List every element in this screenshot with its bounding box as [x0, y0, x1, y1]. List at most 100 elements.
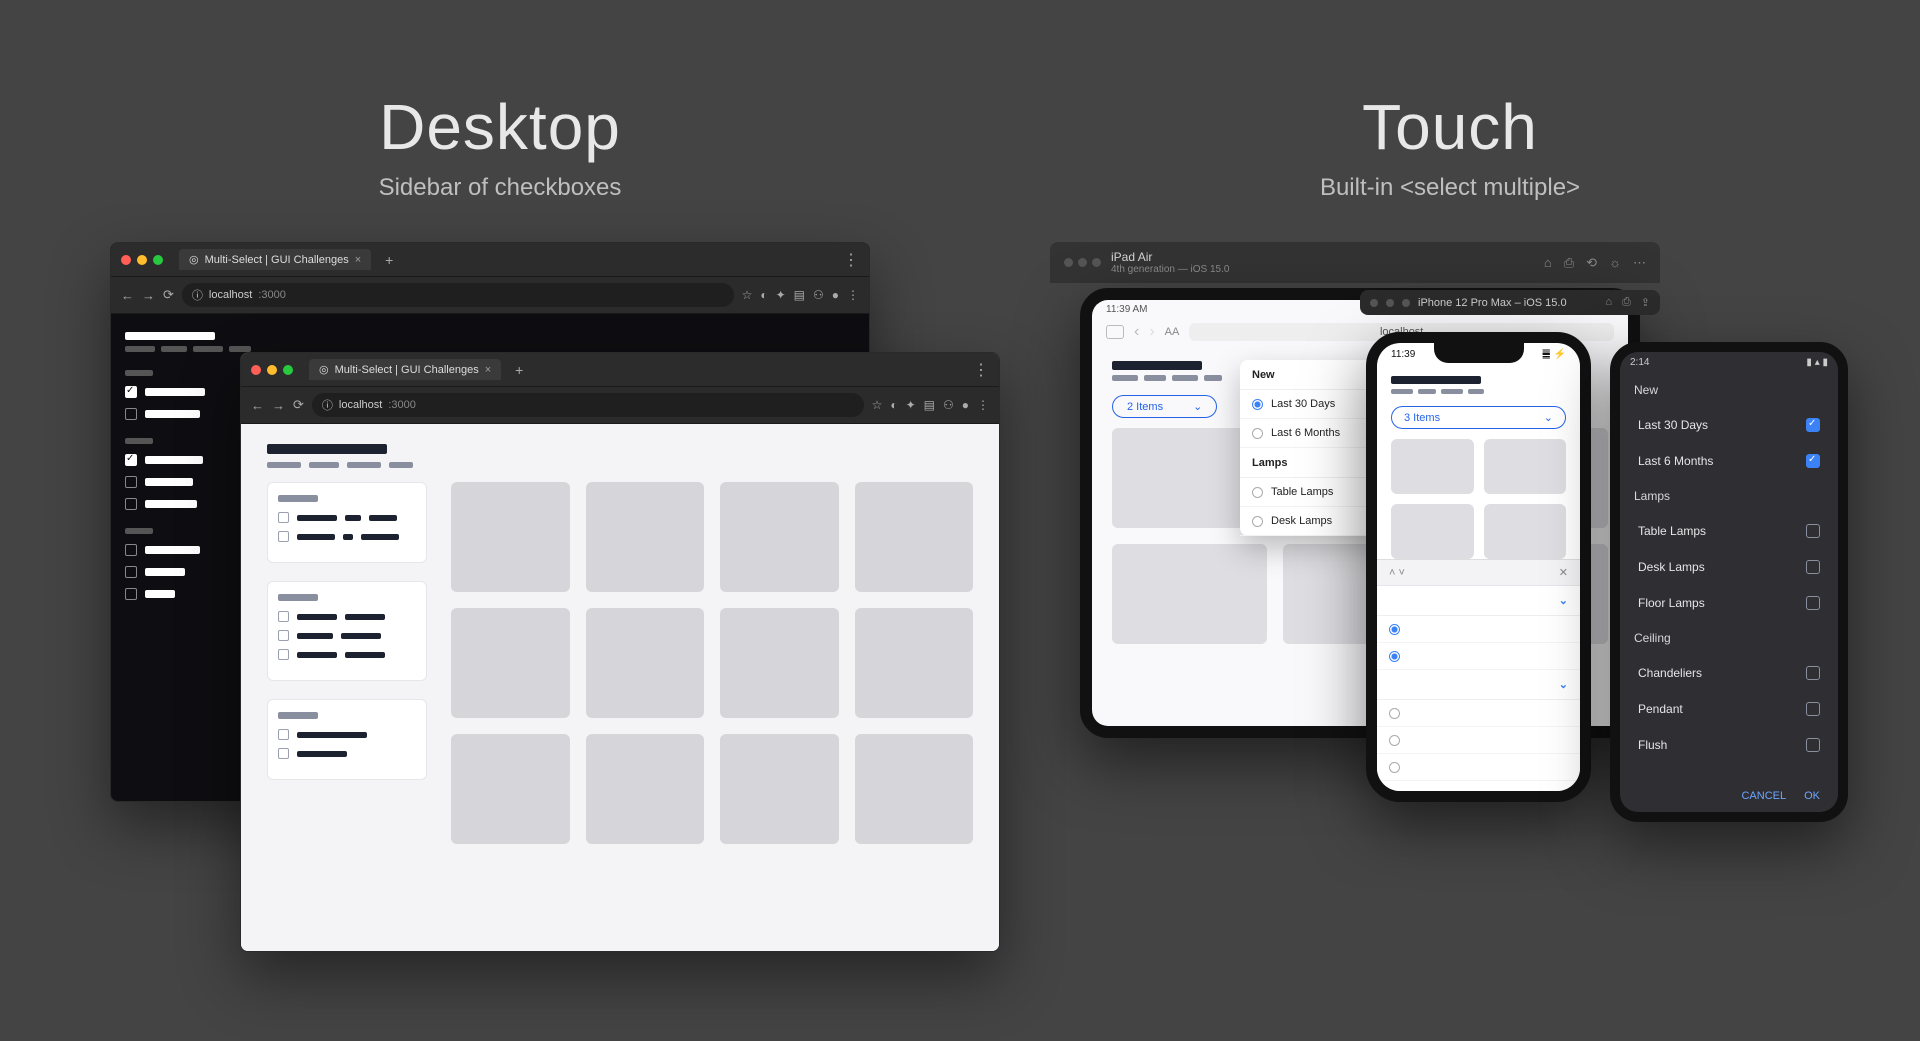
screenshot-icon[interactable]: ⎙: [1564, 255, 1574, 271]
checkbox-icon[interactable]: [1806, 418, 1820, 432]
product-card[interactable]: [1112, 544, 1267, 644]
checkbox-icon[interactable]: [1806, 596, 1820, 610]
reload-icon[interactable]: ⟳: [163, 287, 174, 303]
star-icon[interactable]: ☆: [742, 288, 753, 302]
optgroup-header[interactable]: Ceiling›: [1377, 781, 1580, 791]
product-card[interactable]: [1391, 504, 1474, 559]
product-card[interactable]: [586, 734, 705, 844]
select-option[interactable]: Desk Lamps: [1620, 549, 1838, 585]
traffic-close[interactable]: [251, 365, 261, 375]
screenshot-icon[interactable]: ⎙: [1622, 296, 1631, 309]
checkbox-icon[interactable]: [1806, 524, 1820, 538]
traffic-zoom[interactable]: [153, 255, 163, 265]
new-tab-button[interactable]: +: [515, 362, 523, 378]
select-option[interactable]: Last 6 Months: [1377, 643, 1580, 670]
devtools-icon[interactable]: ▤: [794, 288, 805, 302]
site-info-icon[interactable]: ⓘ: [192, 287, 203, 303]
mic-icon[interactable]: ●: [832, 288, 839, 302]
reload-icon[interactable]: ⟳: [293, 397, 304, 413]
checkbox-icon[interactable]: [1806, 702, 1820, 716]
half-icon[interactable]: ◐: [760, 288, 767, 302]
devtools-icon[interactable]: ▤: [924, 398, 935, 412]
forward-icon[interactable]: →: [272, 398, 285, 413]
product-card[interactable]: [451, 482, 570, 592]
product-card[interactable]: [720, 482, 839, 592]
traffic-zoom[interactable]: [283, 365, 293, 375]
cancel-button[interactable]: CANCEL: [1741, 790, 1786, 802]
checkbox-icon[interactable]: [1806, 454, 1820, 468]
product-card[interactable]: [720, 734, 839, 844]
share-icon[interactable]: ⇪: [1641, 296, 1650, 309]
checkbox-option[interactable]: [278, 611, 416, 622]
a11y-icon[interactable]: ⚇: [813, 288, 824, 302]
site-info-icon[interactable]: ⓘ: [322, 397, 333, 413]
filter-chip[interactable]: 2 Items ⌄: [1112, 395, 1217, 418]
back-icon[interactable]: ←: [121, 288, 134, 303]
checkbox-option[interactable]: [278, 512, 416, 523]
home-icon[interactable]: ⌂: [1544, 255, 1552, 271]
checkbox-icon[interactable]: [1806, 560, 1820, 574]
select-option[interactable]: Table Lamps: [1620, 513, 1838, 549]
checkbox-icon[interactable]: [1806, 738, 1820, 752]
a11y-icon[interactable]: ⚇: [943, 398, 954, 412]
window-menu-icon[interactable]: ⋮: [973, 360, 989, 380]
filter-chip[interactable]: 3 Items ⌄: [1391, 406, 1566, 429]
android-select-dialog[interactable]: New Last 30 Days Last 6 Months Lamps Tab…: [1620, 373, 1838, 780]
extensions-icon[interactable]: ✦: [776, 288, 786, 302]
select-option[interactable]: Flush: [1620, 727, 1838, 763]
select-option[interactable]: Last 30 Days: [1620, 407, 1838, 443]
browser-tab[interactable]: ◎ Multi-Select | GUI Challenges ×: [309, 359, 501, 380]
traffic-minimize[interactable]: [137, 255, 147, 265]
product-card[interactable]: [855, 482, 974, 592]
optgroup-header[interactable]: New⌄: [1377, 586, 1580, 616]
product-card[interactable]: [1391, 439, 1474, 494]
product-card[interactable]: [586, 482, 705, 592]
checkbox-option[interactable]: [278, 531, 416, 542]
forward-icon[interactable]: →: [142, 288, 155, 303]
menu-icon[interactable]: ⋮: [977, 398, 989, 412]
tab-close-icon[interactable]: ×: [485, 364, 491, 376]
dismiss-icon[interactable]: ✕: [1559, 566, 1568, 579]
address-bar[interactable]: ⓘ localhost:3000: [182, 283, 734, 307]
checkbox-option[interactable]: [278, 630, 416, 641]
iphone-select-sheet[interactable]: New⌄ Last 30 Days Last 6 Months Lamps⌄ T…: [1377, 585, 1580, 791]
back-icon[interactable]: ‹: [1134, 323, 1139, 341]
half-icon[interactable]: ◐: [890, 398, 897, 412]
product-card[interactable]: [1484, 504, 1567, 559]
traffic-close[interactable]: [121, 255, 131, 265]
more-icon[interactable]: ⋯: [1633, 255, 1646, 271]
rotate-icon[interactable]: ⟲: [1586, 255, 1597, 271]
browser-tab[interactable]: ◎ Multi-Select | GUI Challenges ×: [179, 249, 371, 270]
address-bar[interactable]: ⓘ localhost:3000: [312, 393, 864, 417]
product-card[interactable]: [855, 734, 974, 844]
checkbox-option[interactable]: [278, 649, 416, 660]
tab-close-icon[interactable]: ×: [355, 254, 361, 266]
select-option[interactable]: Last 30 Days: [1377, 616, 1580, 643]
menu-icon[interactable]: ⋮: [847, 288, 859, 302]
sidebar-icon[interactable]: [1106, 325, 1124, 339]
checkbox-option[interactable]: [278, 748, 416, 759]
select-option[interactable]: Pendant: [1620, 691, 1838, 727]
optgroup-header[interactable]: Lamps⌄: [1377, 670, 1580, 700]
select-option[interactable]: Table Lamps: [1377, 700, 1580, 727]
product-card[interactable]: [586, 608, 705, 718]
checkbox-option[interactable]: [278, 729, 416, 740]
extensions-icon[interactable]: ✦: [906, 398, 916, 412]
home-icon[interactable]: ⌂: [1605, 296, 1612, 309]
mic-icon[interactable]: ●: [962, 398, 969, 412]
back-icon[interactable]: ←: [251, 398, 264, 413]
traffic-minimize[interactable]: [267, 365, 277, 375]
select-option[interactable]: Chandeliers: [1620, 655, 1838, 691]
appearance-icon[interactable]: ☼: [1609, 255, 1621, 271]
window-menu-icon[interactable]: ⋮: [843, 250, 859, 270]
forward-icon[interactable]: ›: [1149, 323, 1154, 341]
aa-icon[interactable]: AA: [1165, 326, 1180, 338]
new-tab-button[interactable]: +: [385, 252, 393, 268]
product-card[interactable]: [855, 608, 974, 718]
select-option[interactable]: Floor Lamps: [1620, 585, 1838, 621]
product-card[interactable]: [1484, 439, 1567, 494]
product-card[interactable]: [451, 608, 570, 718]
select-option[interactable]: Floor Lamps: [1377, 754, 1580, 781]
ok-button[interactable]: OK: [1804, 790, 1820, 802]
select-option[interactable]: Last 6 Months: [1620, 443, 1838, 479]
